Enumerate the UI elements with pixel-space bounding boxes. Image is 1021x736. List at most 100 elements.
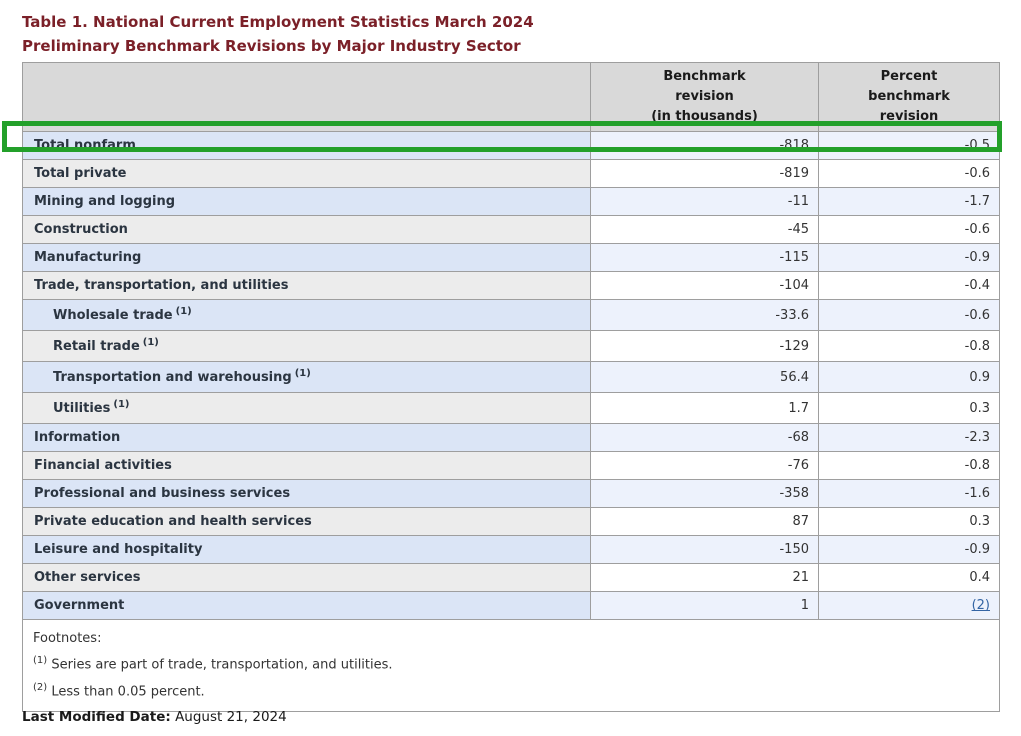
header-benchmark-line2: revision xyxy=(675,89,734,104)
header-industry-cell xyxy=(23,63,591,132)
benchmark-revision-value: -11 xyxy=(591,188,819,216)
footnote-2-marker: (2) xyxy=(33,682,47,693)
footnotes-cell: Footnotes: (1) Series are part of trade,… xyxy=(23,620,1000,712)
benchmark-revisions-table-wrap: Benchmark revision (in thousands) Percen… xyxy=(22,62,1000,712)
industry-label: Private education and health services xyxy=(34,514,312,529)
table-title-line2: Preliminary Benchmark Revisions by Major… xyxy=(22,34,534,58)
footnote-ref: (1) xyxy=(143,337,159,348)
percent-revision-value: -1.7 xyxy=(819,188,1000,216)
benchmark-revision-value: 21 xyxy=(591,564,819,592)
header-percent-line2: benchmark xyxy=(868,89,950,104)
industry-label-cell: Wholesale trade(1) xyxy=(23,300,591,331)
percent-revision-value: 0.3 xyxy=(819,393,1000,424)
footnote-1-text: Series are part of trade, transportation… xyxy=(51,658,392,673)
table-row: Manufacturing -115 -0.9 xyxy=(23,244,1000,272)
footnote-1-marker: (1) xyxy=(33,655,47,666)
table-title-line1: Table 1. National Current Employment Sta… xyxy=(22,10,534,34)
header-percent-line3: revision xyxy=(880,109,939,124)
industry-label: Financial activities xyxy=(34,458,172,473)
page: Table 1. National Current Employment Sta… xyxy=(0,0,1021,736)
industry-label: Mining and logging xyxy=(34,194,175,209)
footnote-2-link[interactable]: (2) xyxy=(972,598,990,613)
percent-revision-value: -0.5 xyxy=(819,132,1000,160)
table-row: Total private -819 -0.6 xyxy=(23,160,1000,188)
table-row: Other services 21 0.4 xyxy=(23,564,1000,592)
industry-label: Leisure and hospitality xyxy=(34,542,202,557)
percent-revision-value: -0.6 xyxy=(819,160,1000,188)
industry-label-cell: Construction xyxy=(23,216,591,244)
table-row: Transportation and warehousing(1) 56.4 0… xyxy=(23,362,1000,393)
table-title: Table 1. National Current Employment Sta… xyxy=(22,10,534,58)
industry-label-cell: Private education and health services xyxy=(23,508,591,536)
percent-revision-value: -0.9 xyxy=(819,244,1000,272)
table-row: Retail trade(1) -129 -0.8 xyxy=(23,331,1000,362)
industry-label: Utilities xyxy=(53,401,110,416)
industry-label: Construction xyxy=(34,222,128,237)
header-percent-line1: Percent xyxy=(881,69,938,84)
percent-revision-value: -0.4 xyxy=(819,272,1000,300)
industry-label: Trade, transportation, and utilities xyxy=(34,278,288,293)
industry-label-cell: Information xyxy=(23,424,591,452)
header-percent-revision: Percent benchmark revision xyxy=(819,63,1000,132)
industry-label: Total nonfarm xyxy=(34,138,136,153)
benchmark-revision-value: -819 xyxy=(591,160,819,188)
benchmark-revision-value: -68 xyxy=(591,424,819,452)
percent-revision-value: -2.3 xyxy=(819,424,1000,452)
table-row: Private education and health services 87… xyxy=(23,508,1000,536)
industry-label-cell: Leisure and hospitality xyxy=(23,536,591,564)
footnote-2-text: Less than 0.05 percent. xyxy=(51,684,204,699)
industry-label-cell: Transportation and warehousing(1) xyxy=(23,362,591,393)
industry-label-cell: Other services xyxy=(23,564,591,592)
benchmark-revisions-table: Benchmark revision (in thousands) Percen… xyxy=(22,62,1000,712)
industry-label-cell: Total nonfarm xyxy=(23,132,591,160)
table-row: Leisure and hospitality -150 -0.9 xyxy=(23,536,1000,564)
percent-revision-value: -1.6 xyxy=(819,480,1000,508)
last-modified: Last Modified Date: August 21, 2024 xyxy=(22,709,287,725)
industry-label-cell: Government xyxy=(23,592,591,620)
industry-label-cell: Retail trade(1) xyxy=(23,331,591,362)
percent-revision-value: -0.6 xyxy=(819,216,1000,244)
percent-revision-value: 0.3 xyxy=(819,508,1000,536)
industry-label-cell: Professional and business services xyxy=(23,480,591,508)
table-row: Utilities(1) 1.7 0.3 xyxy=(23,393,1000,424)
industry-label-cell: Trade, transportation, and utilities xyxy=(23,272,591,300)
industry-label: Total private xyxy=(34,166,127,181)
table-row: Professional and business services -358 … xyxy=(23,480,1000,508)
table-row: Information -68 -2.3 xyxy=(23,424,1000,452)
header-benchmark-line3: (in thousands) xyxy=(651,109,758,124)
benchmark-revision-value: -150 xyxy=(591,536,819,564)
benchmark-revision-value: -358 xyxy=(591,480,819,508)
footnote-ref: (1) xyxy=(176,306,192,317)
table-row: Wholesale trade(1) -33.6 -0.6 xyxy=(23,300,1000,331)
industry-label-cell: Financial activities xyxy=(23,452,591,480)
industry-label: Professional and business services xyxy=(34,486,290,501)
percent-revision-value: -0.6 xyxy=(819,300,1000,331)
industry-label: Government xyxy=(34,598,124,613)
table-row: Construction -45 -0.6 xyxy=(23,216,1000,244)
header-row: Benchmark revision (in thousands) Percen… xyxy=(23,63,1000,132)
table-row: Government 1 (2) xyxy=(23,592,1000,620)
industry-label-cell: Manufacturing xyxy=(23,244,591,272)
table-row: Trade, transportation, and utilities -10… xyxy=(23,272,1000,300)
percent-revision-value: -0.9 xyxy=(819,536,1000,564)
benchmark-revision-value: -45 xyxy=(591,216,819,244)
benchmark-revision-value: -115 xyxy=(591,244,819,272)
benchmark-revision-value: -818 xyxy=(591,132,819,160)
percent-revision-value: -0.8 xyxy=(819,452,1000,480)
footnote-ref: (1) xyxy=(113,399,129,410)
benchmark-revision-value: 87 xyxy=(591,508,819,536)
industry-label: Other services xyxy=(34,570,140,585)
benchmark-revision-value: -129 xyxy=(591,331,819,362)
benchmark-revision-value: 1 xyxy=(591,592,819,620)
footnote-1: (1) Series are part of trade, transporta… xyxy=(33,650,989,676)
industry-label: Transportation and warehousing xyxy=(53,370,292,385)
header-benchmark-revision: Benchmark revision (in thousands) xyxy=(591,63,819,132)
industry-label-cell: Mining and logging xyxy=(23,188,591,216)
industry-label: Information xyxy=(34,430,120,445)
percent-revision-value: (2) xyxy=(819,592,1000,620)
industry-label: Retail trade xyxy=(53,339,140,354)
benchmark-revision-value: -76 xyxy=(591,452,819,480)
table-row: Total nonfarm -818 -0.5 xyxy=(23,132,1000,160)
header-benchmark-line1: Benchmark xyxy=(663,69,745,84)
industry-label-cell: Total private xyxy=(23,160,591,188)
